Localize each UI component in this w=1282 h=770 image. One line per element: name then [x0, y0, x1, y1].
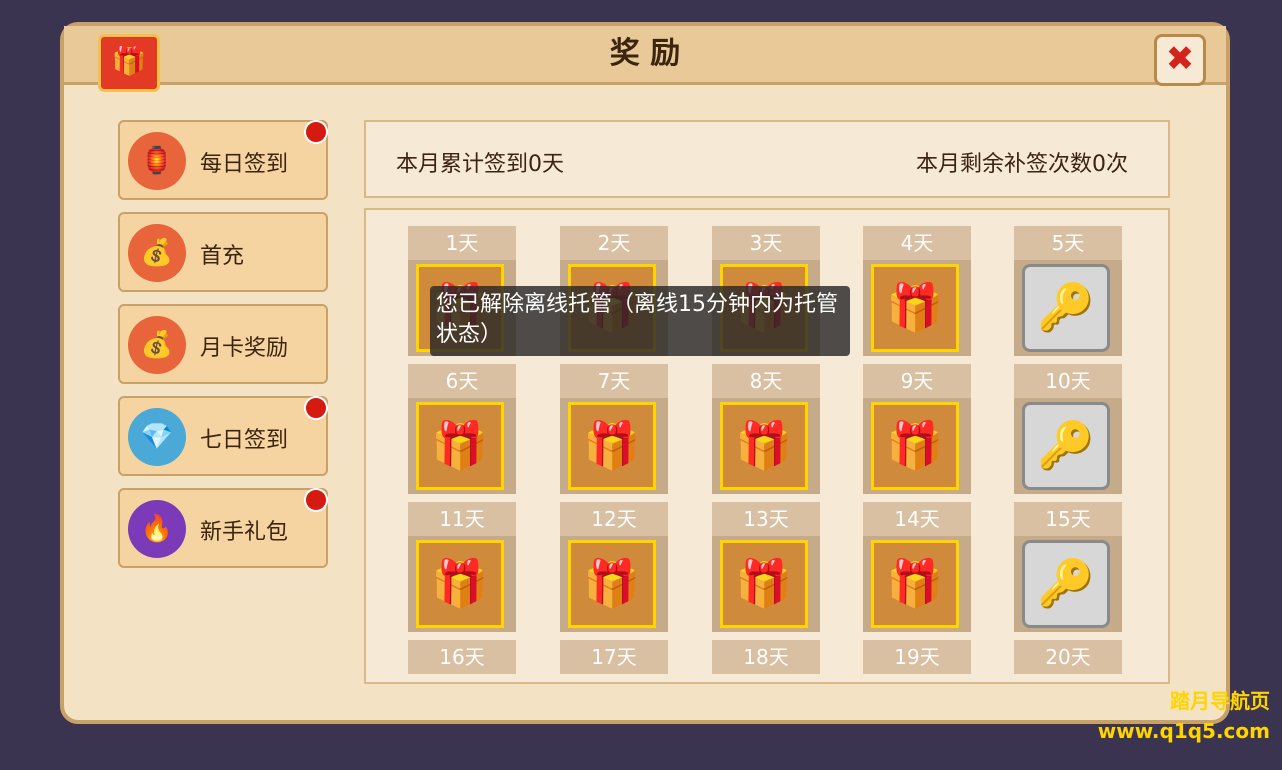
day-label: 1天 — [408, 226, 516, 260]
watermark-url: www.q1q5.com — [1097, 719, 1270, 743]
money-bag-icon: 💰 — [128, 316, 186, 374]
reward-slot[interactable]: 🔑 — [1014, 536, 1122, 632]
key-icon: 🔑 — [1022, 264, 1110, 352]
watermark: 踏月导航页 www.q1q5.com — [1098, 686, 1270, 746]
day-cell[interactable]: 6天 🎁 — [408, 364, 516, 494]
nav-monthly-card[interactable]: 💰 月卡奖励 — [118, 304, 328, 384]
watermark-title: 踏月导航页 — [1170, 689, 1270, 713]
gift-box-icon: 🎁 — [720, 402, 808, 490]
money-bag-icon: 💰 — [128, 224, 186, 282]
day-cell[interactable]: 11天 🎁 — [408, 502, 516, 632]
reward-slot[interactable]: 🎁 — [560, 536, 668, 632]
day-cell[interactable]: 16天 — [408, 640, 516, 770]
day-cell[interactable]: 7天 🎁 — [560, 364, 668, 494]
notification-dot — [304, 488, 328, 512]
day-label: 2天 — [560, 226, 668, 260]
reward-slot[interactable]: 🎁 — [712, 536, 820, 632]
day-label: 3天 — [712, 226, 820, 260]
nav-label: 新手礼包 — [200, 520, 289, 545]
gift-box-icon: 🎁 — [871, 402, 959, 490]
day-label: 5天 — [1014, 226, 1122, 260]
gift-box-icon: 🎁 — [568, 540, 656, 628]
nav-label: 月卡奖励 — [200, 336, 289, 361]
day-cell[interactable]: 8天 🎁 — [712, 364, 820, 494]
day-label: 8天 — [712, 364, 820, 398]
key-icon: 🔑 — [1022, 540, 1110, 628]
offline-toast: 您已解除离线托管（离线15分钟内为托管状态） — [430, 286, 850, 356]
day-label: 17天 — [560, 640, 668, 674]
jewel-bag-icon: 💎 — [128, 408, 186, 466]
day-label: 15天 — [1014, 502, 1122, 536]
nav-daily-signin[interactable]: 🏮 每日签到 — [118, 120, 328, 200]
nav-label: 七日签到 — [200, 428, 289, 453]
day-label: 11天 — [408, 502, 516, 536]
day-label: 10天 — [1014, 364, 1122, 398]
reward-slot[interactable]: 🎁 — [863, 398, 971, 494]
reward-slot[interactable]: 🎁 — [712, 398, 820, 494]
reward-slot[interactable]: 🎁 — [863, 260, 971, 356]
nav-label: 首充 — [200, 244, 245, 269]
gift-box-icon: 🎁 — [720, 540, 808, 628]
nav-seven-day-signin[interactable]: 💎 七日签到 — [118, 396, 328, 476]
day-cell[interactable]: 13天 🎁 — [712, 502, 820, 632]
makeup-count-text: 本月剩余补签次数0次 — [916, 152, 1128, 177]
day-cell[interactable]: 19天 — [863, 640, 971, 770]
total-signin-text: 本月累计签到0天 — [396, 152, 564, 177]
reward-slot[interactable]: 🎁 — [408, 398, 516, 494]
day-cell[interactable]: 14天 🎁 — [863, 502, 971, 632]
signin-summary: 本月累计签到0天 本月剩余补签次数0次 — [364, 120, 1170, 198]
gift-box-icon: 🎁 — [871, 540, 959, 628]
day-label: 6天 — [408, 364, 516, 398]
panel-title: 奖 励 — [64, 26, 1226, 85]
lantern-icon: 🏮 — [128, 132, 186, 190]
day-label: 19天 — [863, 640, 971, 674]
gift-icon: 🎁 — [98, 34, 160, 92]
close-button[interactable]: ✖ — [1154, 34, 1206, 86]
gift-box-icon: 🎁 — [871, 264, 959, 352]
key-icon: 🔑 — [1022, 402, 1110, 490]
day-label: 20天 — [1014, 640, 1122, 674]
day-cell[interactable]: 17天 — [560, 640, 668, 770]
notification-dot — [304, 120, 328, 144]
reward-slot[interactable]: 🔑 — [1014, 398, 1122, 494]
day-label: 18天 — [712, 640, 820, 674]
day-label: 4天 — [863, 226, 971, 260]
nav-first-recharge[interactable]: 💰 首充 — [118, 212, 328, 292]
reward-slot[interactable]: 🎁 — [408, 536, 516, 632]
day-cell[interactable]: 12天 🎁 — [560, 502, 668, 632]
gift-box-icon: 🎁 — [416, 540, 504, 628]
reward-slot[interactable]: 🔑 — [1014, 260, 1122, 356]
day-cell[interactable]: 5天 🔑 — [1014, 226, 1122, 356]
day-label: 16天 — [408, 640, 516, 674]
notification-dot — [304, 396, 328, 420]
day-label: 12天 — [560, 502, 668, 536]
day-cell[interactable]: 15天 🔑 — [1014, 502, 1122, 632]
reward-slot[interactable]: 🎁 — [863, 536, 971, 632]
gift-box-icon: 🎁 — [416, 402, 504, 490]
day-cell[interactable]: 18天 — [712, 640, 820, 770]
day-label: 7天 — [560, 364, 668, 398]
day-label: 13天 — [712, 502, 820, 536]
day-cell[interactable]: 9天 🎁 — [863, 364, 971, 494]
nav-label: 每日签到 — [200, 152, 289, 177]
day-label: 14天 — [863, 502, 971, 536]
egg-icon: 🔥 — [128, 500, 186, 558]
calendar-grid: 1天🎁2天🎁3天🎁4天🎁5天🔑6天🎁7天🎁8天🎁9天🎁10天🔑11天🎁12天🎁1… — [364, 208, 1170, 684]
day-cell[interactable]: 10天 🔑 — [1014, 364, 1122, 494]
day-label: 9天 — [863, 364, 971, 398]
nav-newbie-pack[interactable]: 🔥 新手礼包 — [118, 488, 328, 568]
day-cell[interactable]: 4天 🎁 — [863, 226, 971, 356]
gift-box-icon: 🎁 — [568, 402, 656, 490]
reward-slot[interactable]: 🎁 — [560, 398, 668, 494]
